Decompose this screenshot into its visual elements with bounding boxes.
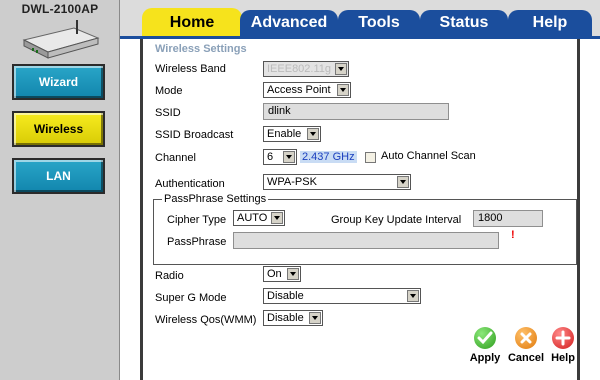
channel-frequency: 2.437 GHz [300,151,357,163]
chevron-down-icon [397,176,409,188]
wireless-band-select[interactable]: IEEE802.11g [263,61,349,77]
left-panel: DWL-2100AP Wizard Wireless LAN [0,0,120,380]
super-g-label: Super G Mode [155,292,227,304]
ssid-broadcast-value: Enable [267,128,302,140]
checkmark-icon [474,327,496,349]
access-point-icon [22,20,100,59]
settings-panel: Wireless Settings Wireless Band IEEE802.… [140,39,580,380]
tab-advanced[interactable]: Advanced [240,10,338,36]
mode-label: Mode [155,85,183,97]
chevron-down-icon [337,84,349,96]
tab-status[interactable]: Status [420,10,508,36]
authentication-value: WPA-PSK [267,176,317,188]
section-title: Wireless Settings [155,43,247,55]
tab-tools[interactable]: Tools [338,10,420,36]
super-g-value: Disable [267,290,304,302]
device-model: DWL-2100AP [21,2,99,16]
apply-button[interactable]: Apply [463,327,507,371]
mode-value: Access Point [267,84,331,96]
channel-select[interactable]: 6 [263,149,297,165]
cipher-type-select[interactable]: AUTO [233,210,285,226]
passphrase-input[interactable] [233,232,499,249]
nav-lan-button[interactable]: LAN [12,158,105,194]
auto-channel-scan-checkbox[interactable] [365,152,376,163]
chevron-down-icon [309,312,321,324]
apply-label: Apply [469,352,501,364]
tab-help[interactable]: Help [508,10,592,36]
chevron-down-icon [287,268,299,280]
tab-bar: Home Advanced Tools Status Help [120,0,600,38]
wireless-qos-select[interactable]: Disable [263,310,323,326]
wireless-qos-label: Wireless Qos(WMM) [155,314,257,326]
group-key-interval-input[interactable]: 1800 [473,210,543,227]
required-mark: ! [511,229,515,241]
mode-select[interactable]: Access Point [263,82,351,98]
tab-home[interactable]: Home [142,8,242,38]
ssid-broadcast-label: SSID Broadcast [155,129,234,141]
super-g-select[interactable]: Disable [263,288,421,304]
cipher-type-label: Cipher Type [167,214,227,226]
cipher-type-value: AUTO [237,212,268,224]
chevron-down-icon [271,212,283,224]
radio-select[interactable]: On [263,266,301,282]
channel-value: 6 [267,151,274,163]
nav-wizard-button[interactable]: Wizard [12,64,105,100]
auto-channel-scan-label: Auto Channel Scan [381,150,476,162]
nav-wireless-button[interactable]: Wireless [12,111,105,147]
passphrase-settings-legend: PassPhrase Settings [162,193,269,205]
wireless-band-label: Wireless Band [155,63,226,75]
chevron-down-icon [307,128,319,140]
help-plus-icon [552,327,574,349]
ssid-input[interactable]: dlink [263,103,449,120]
group-key-interval-label: Group Key Update Interval [331,214,462,226]
channel-label: Channel [155,152,196,164]
help-button[interactable]: Help [541,327,585,371]
cancel-x-icon [515,327,537,349]
radio-label: Radio [155,270,184,282]
ssid-label: SSID [155,107,181,119]
help-label: Help [551,352,575,364]
wireless-band-value: IEEE802.11g [267,63,332,75]
chevron-down-icon [335,63,347,75]
chevron-down-icon [407,290,419,302]
radio-value: On [267,268,282,280]
passphrase-label: PassPhrase [167,236,227,248]
ssid-broadcast-select[interactable]: Enable [263,126,321,142]
authentication-select[interactable]: WPA-PSK [263,174,411,190]
wireless-qos-value: Disable [267,312,304,324]
authentication-label: Authentication [155,178,225,190]
chevron-down-icon [283,151,295,163]
